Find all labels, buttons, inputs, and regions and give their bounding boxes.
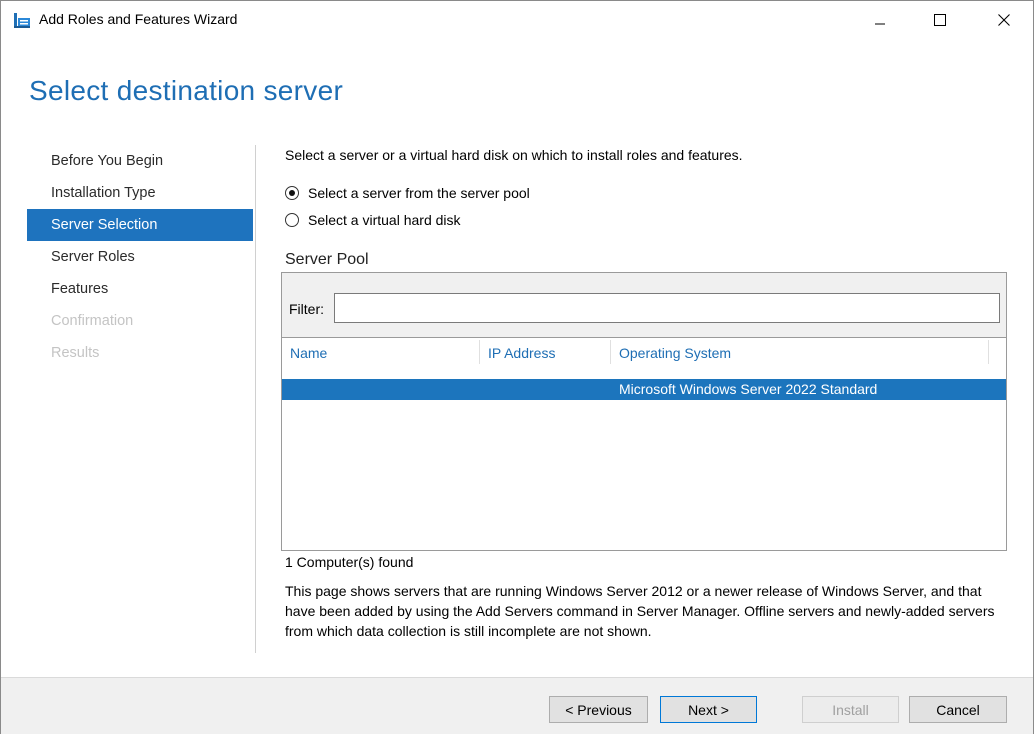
cell-name (282, 379, 480, 400)
instruction-text: Select a server or a virtual hard disk o… (285, 147, 743, 163)
column-header-ip-address[interactable]: IP Address (480, 338, 610, 368)
description-text: This page shows servers that are running… (285, 583, 995, 639)
cell-ip-address (480, 379, 610, 400)
close-icon (998, 14, 1010, 26)
nav-item-installation-type[interactable]: Installation Type (27, 177, 253, 209)
column-header-name[interactable]: Name (282, 338, 480, 368)
minimize-button[interactable] (857, 1, 903, 39)
radio-server-pool-label: Select a server from the server pool (308, 185, 530, 201)
install-button: Install (802, 696, 899, 723)
title-bar: Add Roles and Features Wizard (1, 1, 1033, 39)
cell-operating-system: Microsoft Windows Server 2022 Standard (619, 381, 878, 397)
table-row[interactable]: Microsoft Windows Server 2022 Standard (282, 379, 1006, 400)
next-button[interactable]: Next > (660, 696, 757, 723)
radio-unchecked-icon (285, 213, 299, 227)
previous-button[interactable]: < Previous (549, 696, 648, 723)
nav-item-server-roles[interactable]: Server Roles (27, 241, 253, 273)
destination-server-box (856, 71, 1014, 117)
nav-item-features[interactable]: Features (27, 273, 253, 305)
radio-virtual-hard-disk[interactable]: Select a virtual hard disk (285, 212, 461, 228)
cancel-button[interactable]: Cancel (909, 696, 1007, 723)
page-title: Select destination server (29, 75, 344, 106)
column-separator[interactable] (988, 340, 989, 364)
minimize-icon (875, 23, 885, 25)
server-pool-grid[interactable]: Name IP Address Operating System Microso… (282, 337, 1006, 550)
window-title: Add Roles and Features Wizard (39, 11, 238, 27)
nav-divider (255, 145, 256, 653)
maximize-icon (934, 14, 946, 26)
close-button[interactable] (981, 1, 1027, 39)
grid-header: Name IP Address Operating System (282, 338, 1006, 368)
server-pool-title: Server Pool (285, 251, 369, 268)
nav-item-server-selection[interactable]: Server Selection (27, 209, 253, 241)
nav-item-results: Results (51, 345, 100, 361)
radio-server-pool[interactable]: Select a server from the server pool (285, 185, 530, 201)
filter-label: Filter: (289, 301, 324, 317)
nav-item-confirmation: Confirmation (51, 313, 134, 329)
column-header-operating-system[interactable]: Operating System (611, 338, 989, 368)
wizard-steps-nav: Before You Begin Installation Type Serve… (27, 145, 253, 369)
nav-item-before-you-begin[interactable]: Before You Begin (27, 145, 253, 177)
filter-input[interactable] (334, 293, 1000, 323)
maximize-button[interactable] (917, 1, 963, 39)
radio-virtual-hard-disk-label: Select a virtual hard disk (308, 212, 461, 228)
wizard-window: Add Roles and Features Wizard Select des… (0, 0, 1034, 734)
radio-checked-icon (285, 186, 299, 200)
wizard-footer: < Previous Next > Install Cancel (1, 677, 1033, 734)
server-pool-panel: Filter: Name IP Address Operating System… (281, 272, 1007, 551)
computers-found-count: 1 Computer(s) found (285, 554, 414, 570)
server-manager-icon (14, 13, 30, 28)
